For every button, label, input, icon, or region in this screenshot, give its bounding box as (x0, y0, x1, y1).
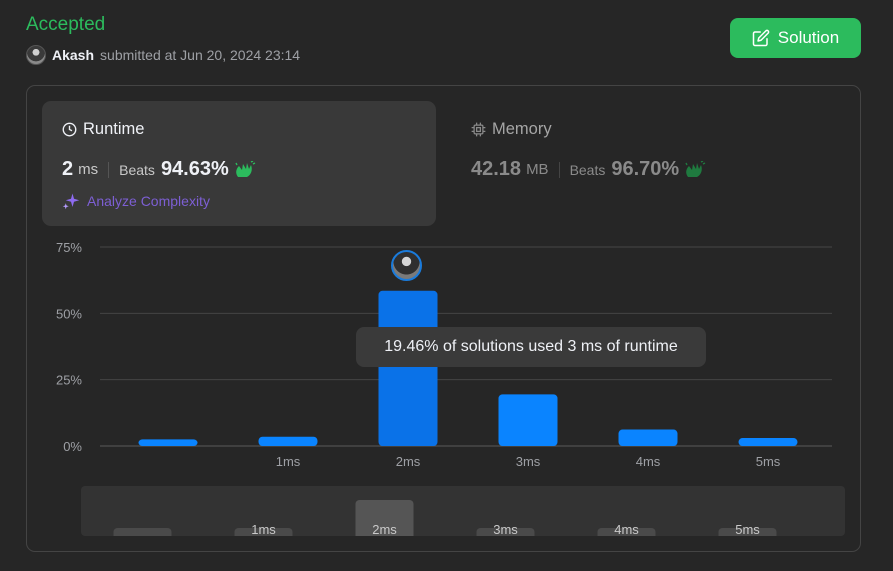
x-tick-label: 3ms (516, 454, 541, 469)
x-tick-label: 1ms (276, 454, 301, 469)
chart-navigator[interactable]: 1ms 2ms 3ms 4ms 5ms (81, 486, 845, 536)
navigator-svg[interactable]: 1ms 2ms 3ms 4ms 5ms (81, 486, 845, 536)
navigator-label: 3ms (493, 522, 518, 536)
navigator-label: 4ms (614, 522, 639, 536)
chart-bar[interactable] (378, 290, 438, 446)
navigator-label: 5ms (735, 522, 760, 536)
chart-bar[interactable] (618, 429, 678, 446)
chart-bar[interactable] (258, 436, 318, 446)
navigator-label: 2ms (372, 522, 397, 536)
navigator-label: 1ms (251, 522, 276, 536)
navigator-bar[interactable] (113, 528, 172, 536)
my-submission-marker[interactable] (391, 250, 422, 281)
y-tick-label: 50% (56, 306, 82, 321)
y-tick-label: 0% (63, 439, 82, 454)
chart-bar[interactable] (738, 438, 798, 446)
x-tick-label: 4ms (636, 454, 661, 469)
chart-bar[interactable] (138, 439, 198, 446)
y-tick-label: 75% (56, 240, 82, 255)
x-tick-label: 2ms (396, 454, 421, 469)
y-tick-label: 25% (56, 373, 82, 388)
chart-bar[interactable] (498, 394, 558, 446)
chart-tooltip: 19.46% of solutions used 3 ms of runtime (356, 327, 706, 367)
x-tick-label: 5ms (756, 454, 781, 469)
